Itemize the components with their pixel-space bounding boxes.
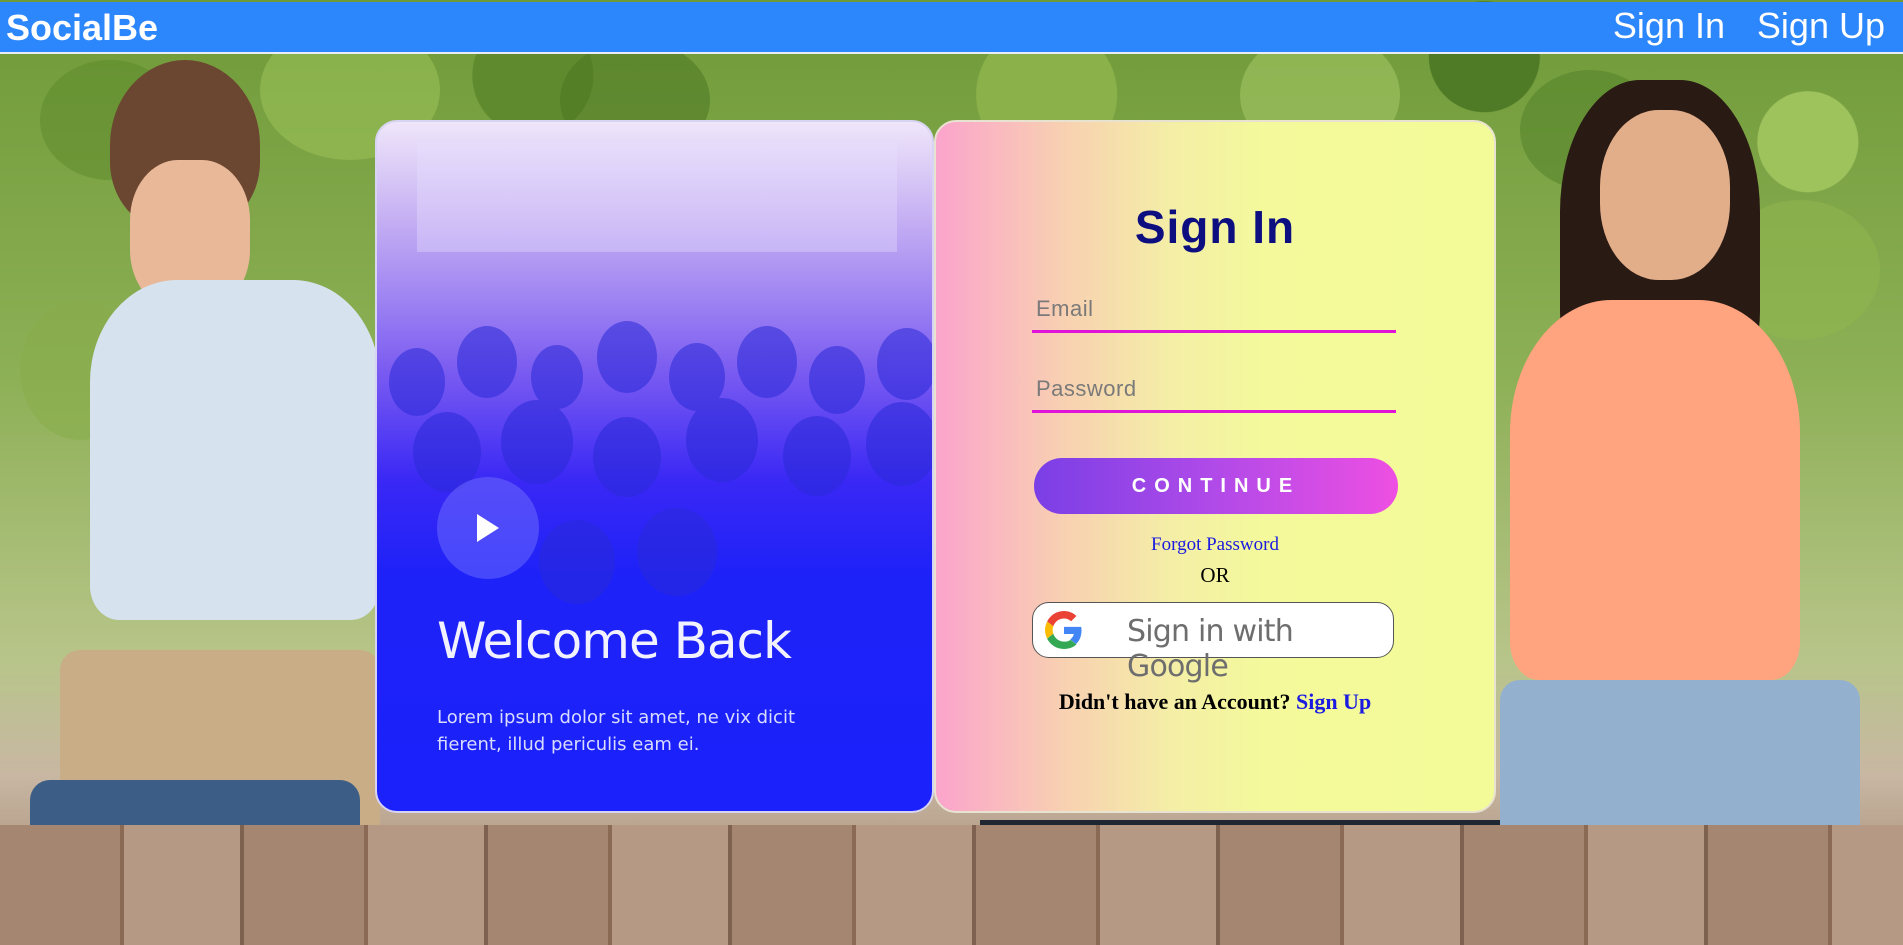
welcome-card: Welcome Back Lorem ipsum dolor sit amet,… — [375, 120, 934, 813]
signup-prompt: Didn't have an Account? Sign Up — [936, 689, 1494, 715]
brand-logo[interactable]: SocialBe — [6, 8, 158, 48]
top-navbar: SocialBe Sign In Sign Up — [0, 2, 1903, 54]
email-input[interactable] — [1032, 290, 1396, 328]
password-field-wrapper — [1032, 370, 1396, 413]
nav-signup-link[interactable]: Sign Up — [1757, 6, 1885, 46]
google-icon — [1045, 611, 1082, 649]
or-divider: OR — [1200, 563, 1230, 587]
signin-card: Sign In CONTINUE Forgot Password OR Sign… — [934, 120, 1496, 813]
google-signin-button[interactable]: Sign in with Google — [1032, 602, 1394, 684]
nav-signin-link[interactable]: Sign In — [1613, 6, 1725, 46]
continue-button[interactable]: CONTINUE — [1034, 458, 1398, 514]
play-video-button[interactable] — [437, 477, 539, 579]
password-input[interactable] — [1032, 370, 1396, 408]
welcome-description: Lorem ipsum dolor sit amet, ne vix dicit… — [437, 707, 796, 755]
welcome-heading: Welcome Back — [437, 612, 792, 670]
account-prompt-text: Didn't have an Account? — [1058, 689, 1291, 714]
forgot-password-link[interactable]: Forgot Password — [936, 534, 1494, 556]
signup-link[interactable]: Sign Up — [1296, 689, 1371, 714]
play-icon — [477, 514, 499, 542]
google-signin-label: Sign in with Google — [1127, 614, 1294, 684]
signin-title: Sign In — [1134, 201, 1296, 253]
email-field-wrapper — [1032, 290, 1396, 333]
